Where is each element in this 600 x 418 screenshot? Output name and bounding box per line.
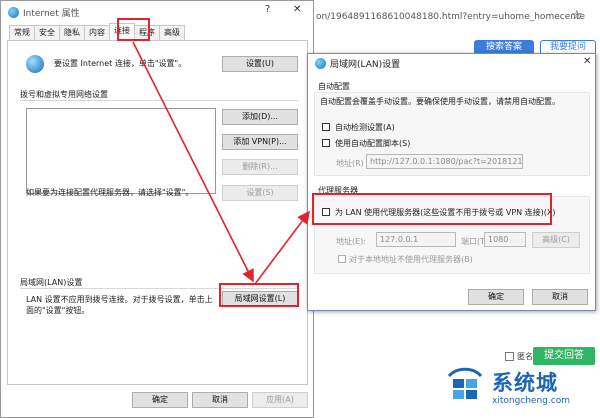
- watermark-text: 系统城: [492, 371, 558, 395]
- annotation-arrows: [132, 41, 310, 285]
- watermark-url: xitongcheng.com: [492, 396, 570, 406]
- arrow-tab-to-lan-button: [132, 41, 254, 283]
- arrow-lan-button-to-proxy-option: [254, 210, 310, 285]
- xitongcheng-logo-icon: [448, 367, 482, 399]
